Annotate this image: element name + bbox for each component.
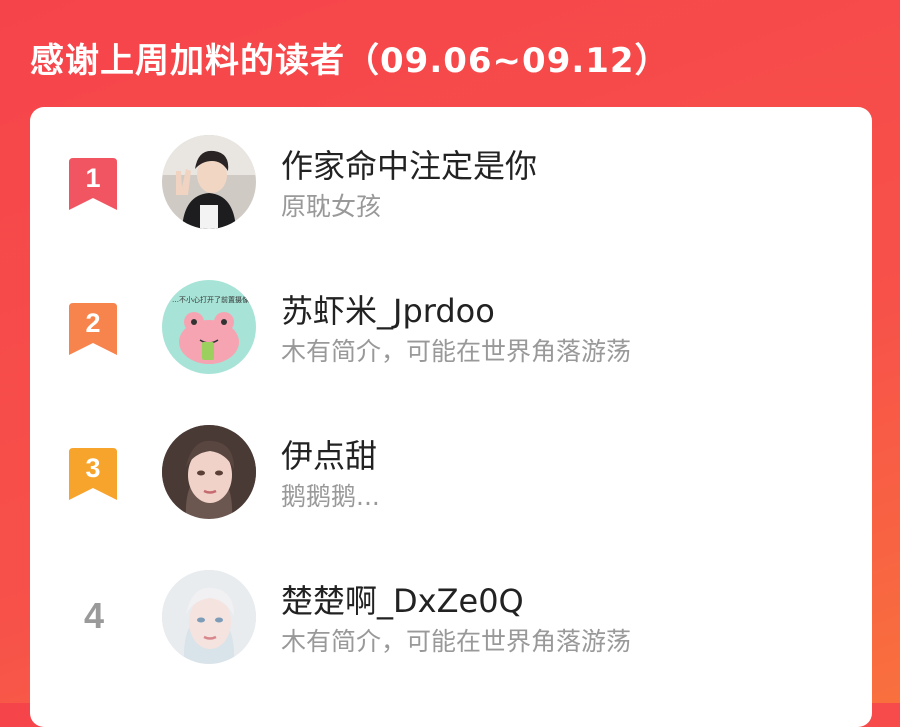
rank-badge-3: 3 xyxy=(69,448,117,500)
reader-name: 楚楚啊_DxZe0Q xyxy=(281,582,524,620)
rank-number: 4 xyxy=(83,595,105,636)
reader-bio: 原耽女孩 xyxy=(281,192,382,221)
rank-number: 3 xyxy=(85,453,101,483)
reader-bio: 木有简介，可能在世界角落游荡 xyxy=(281,337,632,366)
page-title: 感谢上周加料的读者（09.06~09.12） xyxy=(30,41,670,81)
avatar[interactable]: …不小心打开了前置摄像头 xyxy=(162,280,256,374)
boy-peace-sign-avatar-icon xyxy=(162,135,256,229)
reader-bio: 鹅鹅鹅... xyxy=(281,482,380,511)
avatar[interactable] xyxy=(162,570,256,664)
rank-number: 2 xyxy=(85,308,101,338)
rank-badge-2: 2 xyxy=(69,303,117,355)
reader-list-card: 1 作家命中注定是你 原耽女孩 2 …不小心打开了前置摄像头 苏虾米_Jprdo… xyxy=(30,107,872,727)
rank-number: 1 xyxy=(85,163,101,193)
avatar[interactable] xyxy=(162,135,256,229)
rank-badge-1: 1 xyxy=(69,158,117,210)
reader-row-1[interactable]: 1 作家命中注定是你 原耽女孩 xyxy=(30,125,872,245)
reader-name: 苏虾米_Jprdoo xyxy=(281,292,495,330)
reader-row-3[interactable]: 3 伊点甜 鹅鹅鹅... xyxy=(30,415,872,535)
girl-portrait-pale-avatar-icon xyxy=(162,570,256,664)
avatar-caption: …不小心打开了前置摄像头 xyxy=(172,295,256,304)
reader-bio: 木有简介，可能在世界角落游荡 xyxy=(281,627,632,656)
reader-name: 伊点甜 xyxy=(281,437,378,475)
reader-name: 作家命中注定是你 xyxy=(281,147,538,185)
avatar[interactable] xyxy=(162,425,256,519)
reader-row-2[interactable]: 2 …不小心打开了前置摄像头 苏虾米_Jprdoo 木有简介，可能在世界角落游荡 xyxy=(30,270,872,390)
reader-row-4[interactable]: 4 楚楚啊_DxZe0Q 木有简介，可能在世界角落游荡 xyxy=(30,560,872,680)
pink-frog-avatar-icon: …不小心打开了前置摄像头 xyxy=(162,280,256,374)
girl-portrait-avatar-icon xyxy=(162,425,256,519)
